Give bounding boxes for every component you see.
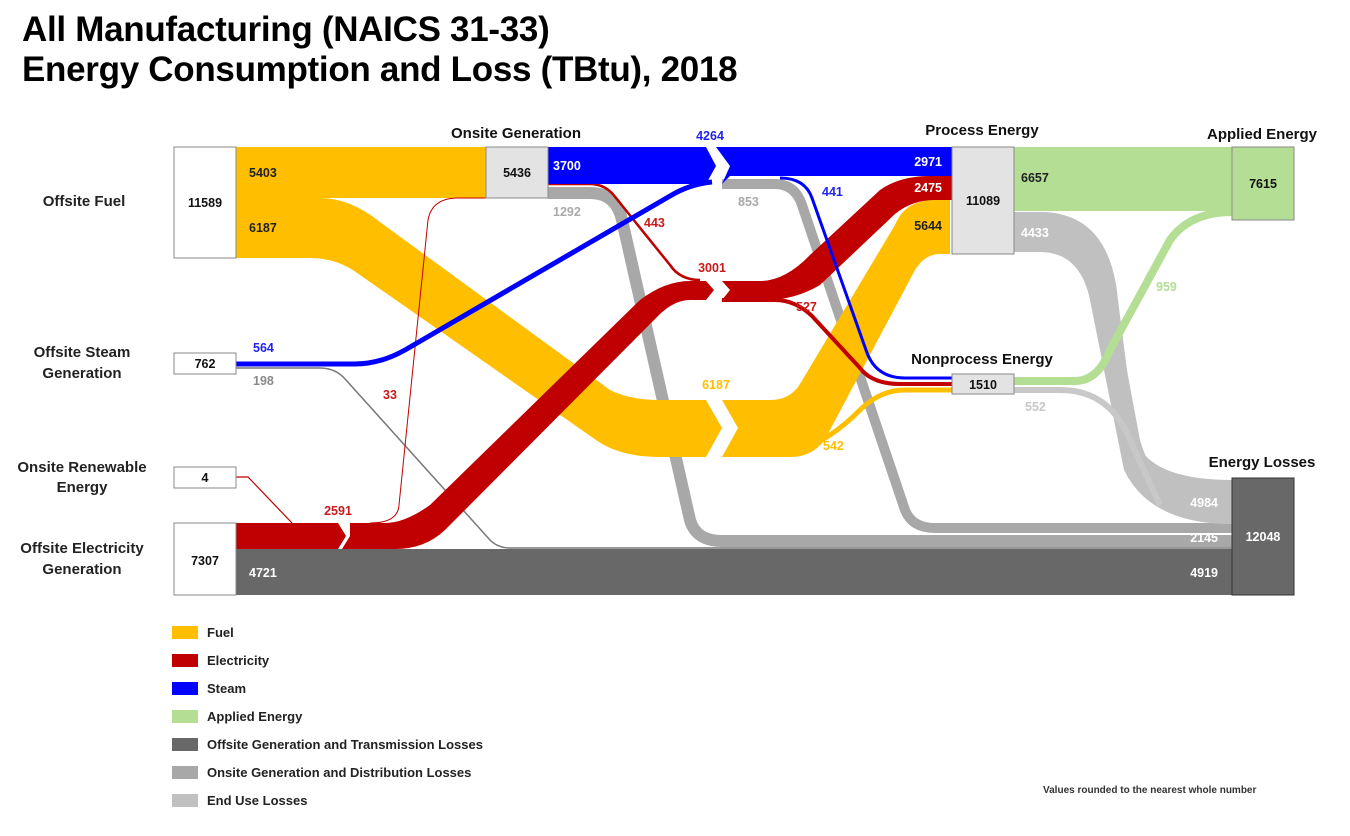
legend-label: Fuel [207,624,234,640]
legend-swatch-enduse-loss [172,793,198,807]
value-steam-to-process: 2971 [914,155,942,169]
footnote: Values rounded to the nearest whole numb… [1043,785,1257,796]
value-offsite-elec-loss: 4721 [249,566,277,580]
flow-offsite-elec-loss [236,549,1232,595]
legend-item-steam: Steam [172,674,483,702]
legend-item-applied: Applied Energy [172,702,483,730]
legend-label: Steam [207,680,247,696]
legend-label: Applied Energy [207,708,303,724]
value-fuel-to-onsite: 5403 [249,166,277,180]
label-onsite-generation: Onsite Generation [451,125,581,142]
value-elec-bus: 3001 [698,261,726,275]
value-onsite-renewable: 4 [202,471,209,485]
value-energy-losses: 12048 [1246,530,1281,544]
flow-elec-offsite [236,523,346,549]
legend-swatch-onsite-loss [172,765,198,779]
value-process-to-applied: 6657 [1021,171,1049,185]
legend: Fuel Electricity Steam Applied Energy Of… [172,618,483,814]
value-applied-energy: 7615 [1249,177,1277,191]
legend-swatch-electricity [172,653,198,667]
label-applied-energy: Applied Energy [1207,126,1318,143]
label-process-energy: Process Energy [925,122,1039,139]
value-onsite-loss: 1292 [553,205,581,219]
label-onsite-renewable-2: Energy [57,479,109,496]
legend-label: Onsite Generation and Distribution Losse… [207,764,472,780]
value-elec-to-nonprocess: 527 [796,300,817,314]
value-loss-enduse: 4984 [1190,496,1218,510]
legend-swatch-offsite-loss [172,737,198,751]
value-elec-from-onsite: 443 [644,216,665,230]
legend-swatch-fuel [172,625,198,639]
value-nonprocess-loss: 552 [1025,400,1046,414]
flow-renewable [236,476,293,524]
value-offsite-fuel: 11589 [188,196,222,210]
value-loss-offsite: 4919 [1190,566,1218,580]
label-offsite-elec-1: Offsite Electricity [20,540,144,557]
legend-item-enduse-loss: End Use Losses [172,786,483,814]
value-steam-loss: 853 [738,195,759,209]
label-offsite-fuel: Offsite Fuel [43,193,126,210]
value-fuel-to-nonprocess: 542 [823,439,844,453]
label-onsite-renewable-1: Onsite Renewable [17,459,146,476]
value-offsite-elec: 7307 [191,554,219,568]
label-offsite-elec-2: Generation [42,561,121,578]
value-steam-bus: 4264 [696,129,724,143]
value-fuel-to-process: 5644 [914,219,942,233]
legend-label: Offsite Generation and Transmission Loss… [207,736,483,752]
value-onsite-generation: 5436 [503,166,531,180]
value-elec-to-process: 2475 [914,181,942,195]
value-offsite-steam: 762 [195,357,216,371]
value-fuel-end-use-out: 6187 [249,221,277,235]
value-process-loss: 4433 [1021,226,1049,240]
legend-item-offsite-loss: Offsite Generation and Transmission Loss… [172,730,483,758]
label-nonprocess-energy: Nonprocess Energy [911,351,1053,368]
value-steam-onsite: 3700 [553,159,581,173]
value-loss-onsite: 2145 [1190,531,1218,545]
label-energy-losses: Energy Losses [1209,454,1316,471]
legend-swatch-steam [172,681,198,695]
value-offsite-steam-out: 564 [253,341,274,355]
legend-label: End Use Losses [207,792,308,808]
flows [236,147,1233,595]
label-offsite-steam-1: Offsite Steam [34,344,131,361]
value-nonprocess-energy: 1510 [969,378,997,392]
label-offsite-steam-2: Generation [42,365,121,382]
value-fuel-mid: 6187 [702,378,730,392]
value-nonprocess-to-applied: 959 [1156,280,1177,294]
value-offsite-steam-loss: 198 [253,374,274,388]
legend-item-onsite-loss: Onsite Generation and Distribution Losse… [172,758,483,786]
legend-label: Electricity [207,652,270,668]
value-elec-offsite: 2591 [324,504,352,518]
flow-enduse-loss-band [1014,212,1232,524]
legend-item-fuel: Fuel [172,618,483,646]
value-steam-to-nonprocess: 441 [822,185,843,199]
legend-item-electricity: Electricity [172,646,483,674]
legend-swatch-applied [172,709,198,723]
value-process-energy: 11089 [966,194,1000,208]
value-elec-to-onsite: 33 [383,388,397,402]
